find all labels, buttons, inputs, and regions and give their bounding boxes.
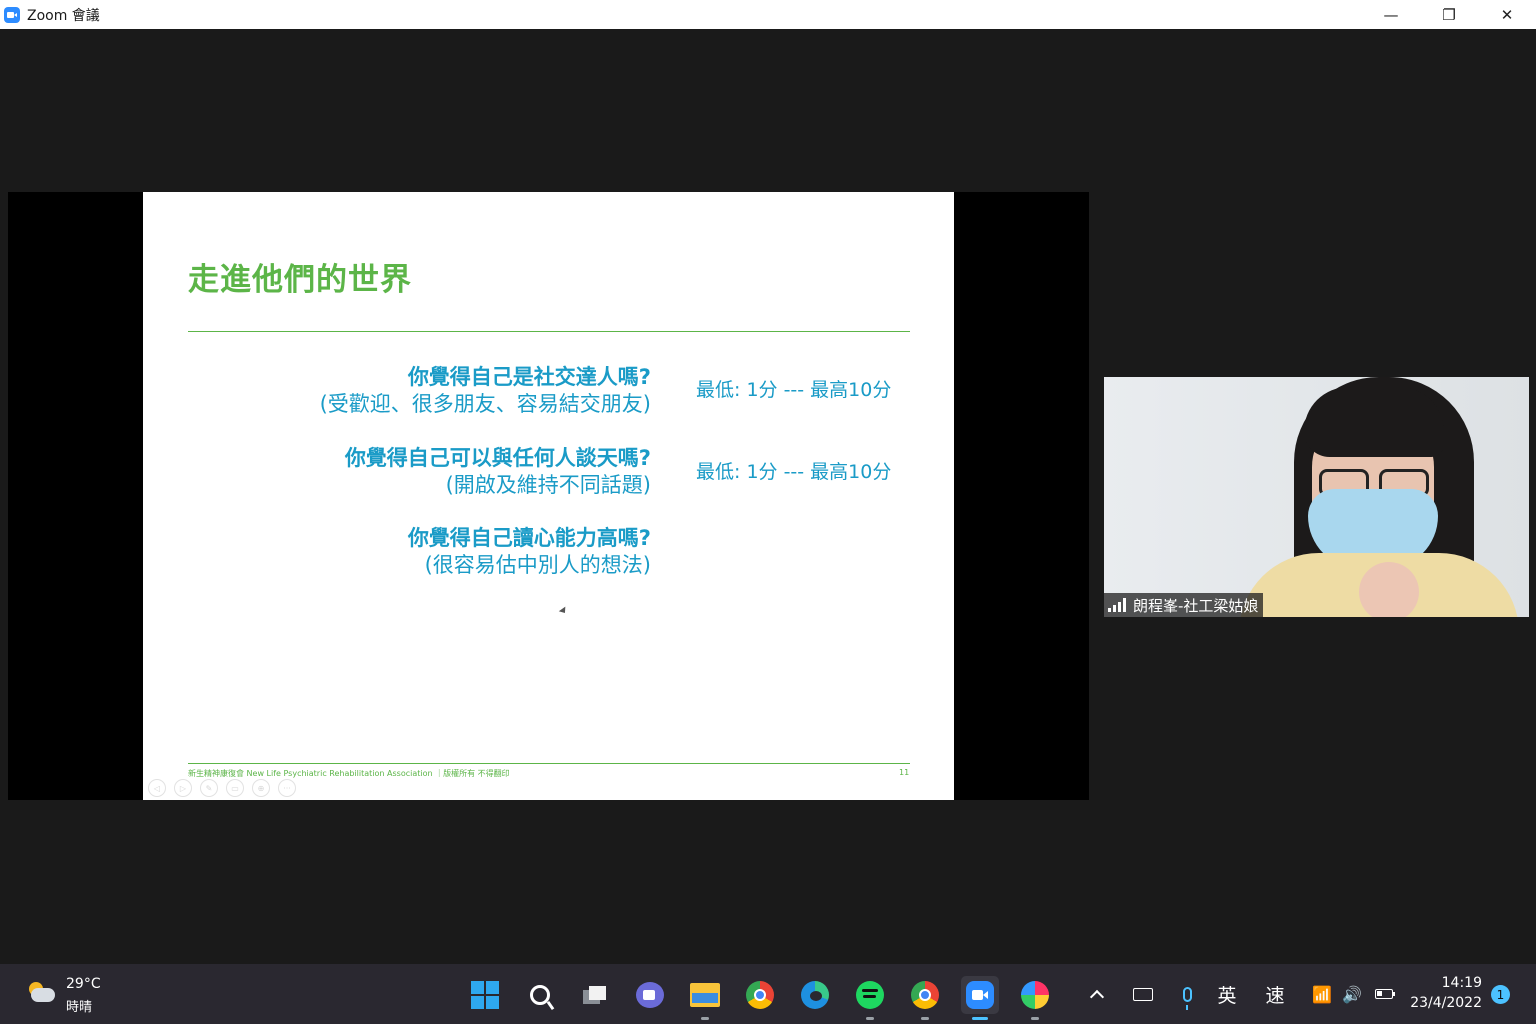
partly-cloudy-icon[interactable] [27,982,57,1006]
slide-footer: 新生精神康復會 New Life Psychiatric Rehabilitat… [188,769,510,778]
wifi-icon[interactable]: 📶 [1311,964,1333,1024]
teams-chat-icon [636,982,664,1008]
notification-badge[interactable]: 1 [1491,985,1510,1004]
question-1: 你覺得自己是社交達人嗎? (受歡迎、很多朋友、容易結交朋友) [320,364,651,418]
restore-button[interactable]: ❐ [1420,0,1478,29]
taskbar: 29°C 時晴 英 速 📶 🔊 14:19 23/4/2022 1 [0,964,1536,1024]
pen-icon[interactable]: ✎ [200,779,218,797]
question-text: 你覺得自己可以與任何人談天嗎? [344,446,651,470]
clock-time[interactable]: 14:19 [1412,975,1482,991]
zoom-taskbar-button[interactable] [961,976,999,1020]
microphone-button[interactable] [1176,964,1198,1024]
weather-condition[interactable]: 時晴 [66,996,92,1015]
question-3: 你覺得自己讀心能力高嗎? (很容易估中別人的想法) [408,525,651,579]
chrome-button[interactable] [741,976,779,1014]
score-range-2: 最低: 1分 --- 最高10分 [696,461,892,483]
slides-grid-icon[interactable]: ▭ [226,779,244,797]
participant-name: 朗程峯-社工梁姑娘 [1133,596,1259,615]
score-range-1: 最低: 1分 --- 最高10分 [696,379,892,401]
zoom-icon [4,6,20,23]
previous-slide-icon[interactable]: ◁ [148,779,166,797]
windows-logo-icon [471,981,499,1009]
question-2: 你覺得自己可以與任何人談天嗎? (開啟及維持不同話題) [345,445,651,499]
ime-speed-indicator[interactable]: 速 [1262,964,1288,1024]
slide-title: 走進他們的世界 [188,262,412,298]
keyboard-icon [1133,987,1153,1001]
search-icon [530,985,550,1005]
ime-mode-indicator[interactable]: 英 [1214,964,1240,1024]
slide-page-number: 11 [899,768,910,777]
zoom-slide-icon[interactable]: ⊕ [252,779,270,797]
chrome-profile-button[interactable] [906,976,944,1020]
zoom-icon [966,981,994,1009]
edge-button[interactable] [796,976,834,1014]
start-button[interactable] [466,976,504,1014]
shared-screen[interactable]: 走進他們的世界 你覺得自己是社交達人嗎? (受歡迎、很多朋友、容易結交朋友) 最… [8,192,1089,800]
slideshow-toolbar: ◁ ▷ ✎ ▭ ⊕ ··· [148,779,296,797]
battery-level [1375,989,1395,999]
question-subtext: (很容易估中別人的想法) [424,553,651,577]
chevron-up-icon [1089,989,1105,1005]
title-divider [188,331,910,332]
weather-temperature[interactable]: 29°C [66,976,101,992]
question-text: 你覺得自己是社交達人嗎? [407,365,651,389]
connection-signal-icon [1108,598,1126,612]
search-button[interactable] [521,976,559,1014]
question-subtext: (開啟及維持不同話題) [445,473,651,497]
clock-date[interactable]: 23/4/2022 [1398,995,1482,1011]
window-title: Zoom 會議 [27,7,100,24]
footer-divider [188,763,910,764]
microphone-icon [1182,986,1192,1010]
spotify-icon [856,981,884,1009]
mouse-cursor-icon [558,606,569,616]
participant-name-bar: 朗程峯-社工梁姑娘 [1104,593,1264,617]
teams-chat-button[interactable] [631,976,669,1014]
question-text: 你覺得自己讀心能力高嗎? [407,526,651,550]
battery-icon[interactable] [1372,964,1396,1024]
close-button[interactable]: ✕ [1478,0,1536,29]
touch-keyboard-button[interactable] [1131,964,1155,1024]
paint-button[interactable] [1016,976,1054,1020]
question-subtext: (受歡迎、很多朋友、容易結交朋友) [319,392,651,416]
more-options-icon[interactable]: ··· [278,779,296,797]
chrome-icon [746,981,774,1009]
title-bar: Zoom 會議 — ❐ ✕ [0,0,1536,29]
minimize-button[interactable]: — [1362,0,1420,29]
participant-video[interactable]: 朗程峯-社工梁姑娘 [1104,377,1529,617]
task-view-icon [583,986,607,1004]
task-view-button[interactable] [576,976,614,1014]
folder-icon [690,983,720,1007]
presentation-slide: 走進他們的世界 你覺得自己是社交達人嗎? (受歡迎、很多朋友、容易結交朋友) 最… [143,192,954,800]
chrome-icon [911,981,939,1009]
spotify-button[interactable] [851,976,889,1020]
paint-icon [1021,981,1049,1009]
show-hidden-icons-button[interactable] [1086,964,1108,1024]
volume-icon[interactable]: 🔊 [1341,964,1363,1024]
next-slide-icon[interactable]: ▷ [174,779,192,797]
window-controls: — ❐ ✕ [1362,0,1536,29]
edge-icon [801,981,829,1009]
file-explorer-button[interactable] [686,976,724,1020]
